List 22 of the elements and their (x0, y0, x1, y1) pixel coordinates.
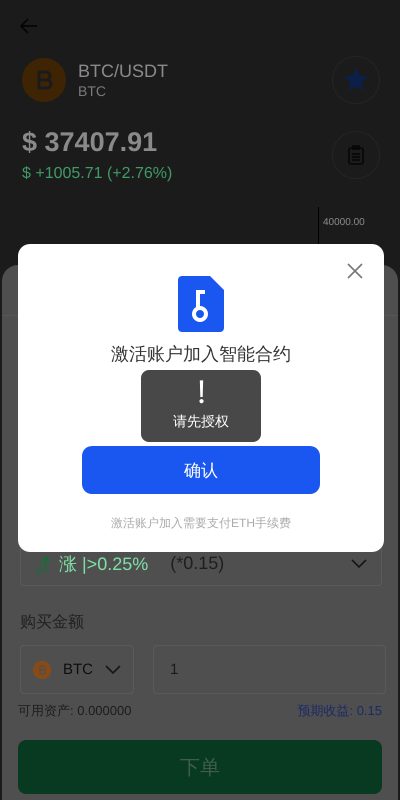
confirm-button[interactable]: 确认 (82, 446, 320, 494)
axis-label: 40000.00 (323, 217, 365, 228)
chevron-down-icon (351, 558, 367, 568)
bitcoin-icon (33, 660, 51, 678)
base-currency: BTC (78, 82, 107, 100)
close-icon (346, 262, 364, 280)
price-change: $ +1005.71 (+2.76%) (22, 164, 172, 184)
exclamation-icon (198, 380, 204, 404)
coin-select[interactable]: BTC (20, 645, 134, 694)
price: $ 37407.91 (22, 126, 158, 158)
rise-icon (35, 554, 51, 572)
star-icon (344, 68, 368, 92)
favorite-button[interactable] (332, 56, 380, 104)
key-document-icon (178, 276, 224, 332)
close-button[interactable] (346, 262, 364, 280)
fee-note: 激活账户加入需要支付ETH手续费 (111, 515, 291, 531)
toast-message: 请先授权 (173, 412, 229, 430)
pair-symbol: BTC/USDT (78, 60, 169, 82)
bitcoin-icon (22, 58, 66, 102)
chevron-down-icon (105, 664, 121, 674)
dialog-title: 激活账户加入智能合约 (111, 343, 291, 366)
orders-button[interactable] (332, 131, 380, 179)
